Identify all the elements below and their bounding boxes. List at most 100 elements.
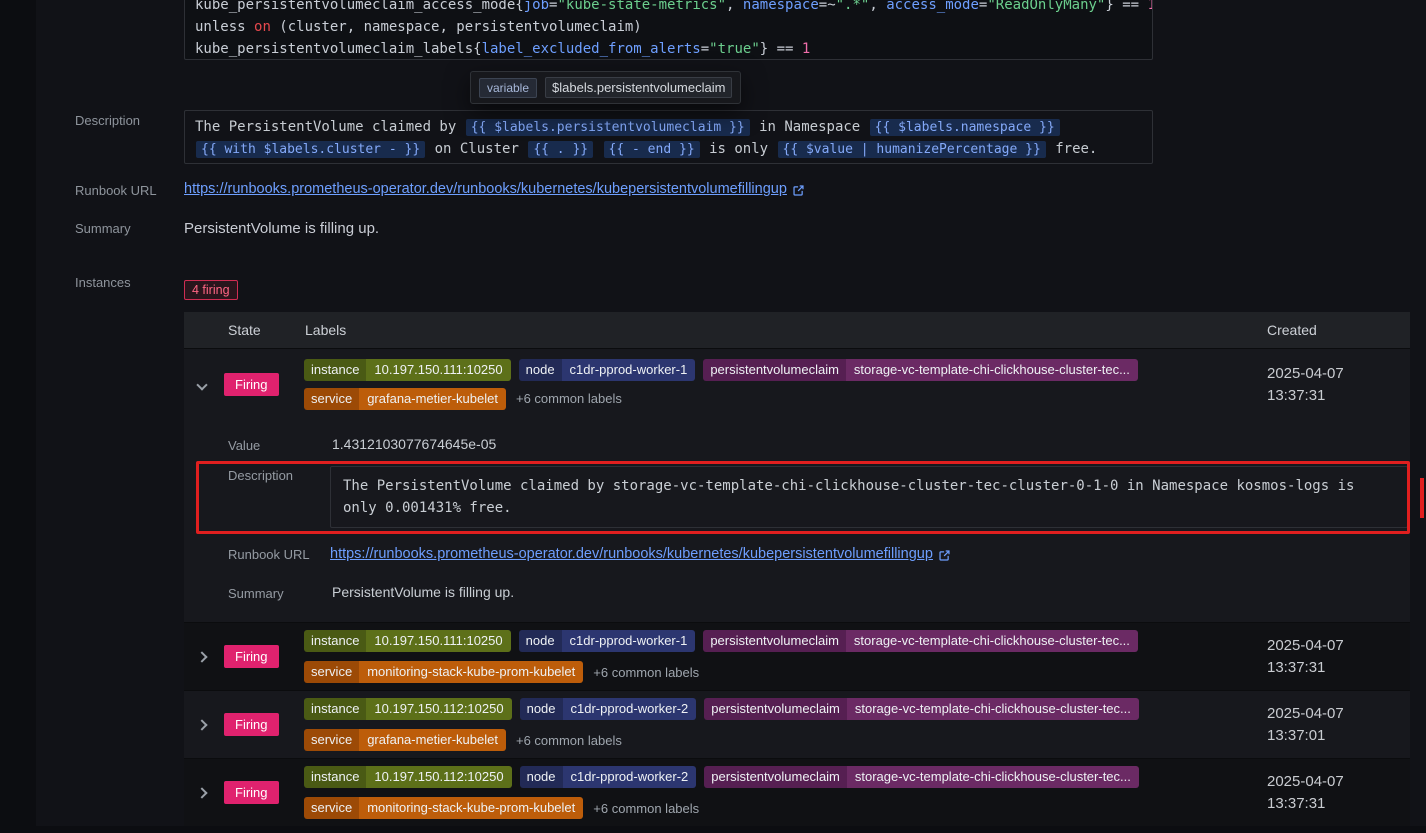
label-key: node: [520, 766, 563, 788]
description-field-label: Description: [75, 113, 140, 128]
template-variable-chip: {{ . }}: [528, 141, 593, 158]
query-token: 1: [1148, 0, 1153, 13]
query-token: =~: [819, 0, 836, 13]
label-chip-node: nodec1dr-pprod-worker-1: [519, 630, 696, 652]
label-chip-node: nodec1dr-pprod-worker-2: [520, 766, 697, 788]
variable-tooltip: variable $labels.persistentvolumeclaim: [470, 71, 741, 104]
label-key: persistentvolumeclaim: [703, 630, 846, 652]
state-badge: Firing: [224, 781, 279, 804]
label-chip-node: nodec1dr-pprod-worker-1: [519, 359, 696, 381]
label-key: persistentvolumeclaim: [704, 766, 847, 788]
labels-cell: instance10.197.150.111:10250 nodec1dr-ppr…: [302, 349, 1248, 420]
label-chip-persistentvolumeclaim: persistentvolumeclaimstorage-vc-template…: [703, 359, 1138, 381]
label-key: service: [304, 797, 359, 819]
label-value: monitoring-stack-kube-prom-kubelet: [359, 797, 583, 819]
template-variable-chip: {{ with $labels.cluster - }}: [196, 141, 425, 158]
firing-count-badge: 4 firing: [184, 280, 238, 300]
detail-runbook-url-text: https://runbooks.prometheus-operator.dev…: [330, 546, 933, 562]
label-key: persistentvolumeclaim: [704, 698, 847, 720]
label-key: service: [304, 388, 359, 410]
query-expression-box: kube_persistentvolumeclaim_access_mode{j…: [184, 0, 1153, 60]
state-badge: Firing: [224, 645, 279, 668]
instance-row-2: Firing instance10.197.150.111:10250 nodec1…: [184, 622, 1410, 690]
label-value: monitoring-stack-kube-prom-kubelet: [359, 661, 583, 683]
expand-chevron-icon[interactable]: [196, 651, 207, 662]
label-value: 10.197.150.111:10250: [366, 630, 510, 652]
label-chip-instance: instance10.197.150.112:10250: [304, 698, 512, 720]
query-token: unless: [195, 19, 254, 35]
label-key: node: [519, 630, 562, 652]
query-line-unless: unless on (cluster, namespace, persisten…: [195, 16, 1142, 38]
label-value: c1dr-pprod-worker-2: [563, 766, 697, 788]
detail-runbook-link[interactable]: https://runbooks.prometheus-operator.dev…: [330, 546, 951, 562]
label-key: service: [304, 729, 359, 751]
query-token: label_excluded_from_alerts: [482, 41, 701, 57]
label-chip-instance: instance10.197.150.111:10250: [304, 359, 511, 381]
summary-field-label: Summary: [75, 221, 131, 236]
common-labels-count: +6 common labels: [516, 733, 622, 748]
query-token: "ReadOnlyMany": [987, 0, 1105, 13]
instance-row-3: Firing instance10.197.150.112:10250 nodec1…: [184, 690, 1410, 758]
variable-type-badge: variable: [479, 78, 537, 98]
label-value: 10.197.150.111:10250: [366, 359, 510, 381]
label-value: c1dr-pprod-worker-1: [562, 359, 696, 381]
labels-cell: instance10.197.150.112:10250 nodec1dr-ppr…: [302, 691, 1248, 758]
label-chip-persistentvolumeclaim: persistentvolumeclaimstorage-vc-template…: [704, 698, 1139, 720]
template-text: The PersistentVolume claimed by: [195, 119, 465, 135]
query-token: "kube-state-metrics": [557, 0, 726, 13]
header-state: State: [224, 322, 302, 338]
runbook-url-link[interactable]: https://runbooks.prometheus-operator.dev…: [184, 181, 805, 197]
header-created: Created: [1248, 322, 1410, 338]
label-chip-service: servicegrafana-metier-kubelet: [304, 729, 506, 751]
query-token: kube_persistentvolumeclaim_labels{: [195, 41, 482, 57]
state-badge: Firing: [224, 713, 279, 736]
label-value: storage-vc-template-chi-clickhouse-clust…: [846, 359, 1138, 381]
label-key: persistentvolumeclaim: [703, 359, 846, 381]
query-token: 1: [802, 41, 810, 57]
instances-table-header: State Labels Created: [184, 312, 1410, 348]
query-token: } ==: [760, 41, 802, 57]
query-token: ".*": [836, 0, 870, 13]
expand-chevron-icon[interactable]: [196, 719, 207, 730]
label-chip-persistentvolumeclaim: persistentvolumeclaimstorage-vc-template…: [703, 630, 1138, 652]
label-chip-instance: instance10.197.150.111:10250: [304, 630, 511, 652]
label-chip-service: servicemonitoring-stack-kube-prom-kubele…: [304, 797, 583, 819]
common-labels-count: +6 common labels: [516, 391, 622, 406]
bottom-edge-strip: [0, 826, 1426, 833]
header-labels: Labels: [302, 322, 1248, 338]
label-key: service: [304, 661, 359, 683]
runbook-url-field-label: Runbook URL: [75, 183, 157, 198]
summary-text: PersistentVolume is filling up.: [184, 220, 379, 237]
created-timestamp: 2025-04-0713:37:31: [1248, 623, 1410, 690]
template-variable-chip: {{ $labels.persistentvolumeclaim }}: [466, 119, 750, 136]
label-key: instance: [304, 630, 366, 652]
query-token: job: [524, 0, 549, 13]
detail-summary-text: PersistentVolume is filling up.: [330, 584, 1408, 601]
detail-summary-label: Summary: [228, 584, 330, 601]
label-chip-service: servicegrafana-metier-kubelet: [304, 388, 506, 410]
template-text: free.: [1047, 141, 1098, 157]
label-value: c1dr-pprod-worker-1: [562, 630, 696, 652]
collapse-chevron-icon[interactable]: [196, 379, 207, 390]
label-key: node: [520, 698, 563, 720]
created-timestamp: 2025-04-0713:37:01: [1248, 691, 1410, 758]
label-key: instance: [304, 766, 366, 788]
query-token: ,: [869, 0, 886, 13]
query-token: kube_persistentvolumeclaim_access_mode{: [195, 0, 524, 13]
query-token: ,: [726, 0, 743, 13]
common-labels-count: +6 common labels: [593, 665, 699, 680]
label-value: c1dr-pprod-worker-2: [563, 698, 697, 720]
label-key: node: [519, 359, 562, 381]
labels-cell: instance10.197.150.112:10250 nodec1dr-ppr…: [302, 759, 1248, 826]
query-token: access_mode: [886, 0, 979, 13]
template-variable-chip: {{ $labels.namespace }}: [870, 119, 1060, 136]
query-token: (cluster, namespace, persistentvolumecla…: [271, 19, 642, 35]
expand-chevron-icon[interactable]: [196, 787, 207, 798]
common-labels-count: +6 common labels: [593, 801, 699, 816]
instances-table: State Labels Created Firinginstance10.19…: [184, 312, 1410, 826]
query-line-clipped: kube_persistentvolumeclaim_access_mode{j…: [195, 0, 1142, 16]
query-token: } ==: [1105, 0, 1147, 13]
label-chip-instance: instance10.197.150.112:10250: [304, 766, 512, 788]
label-chip-node: nodec1dr-pprod-worker-2: [520, 698, 697, 720]
template-text: is only: [701, 141, 777, 157]
